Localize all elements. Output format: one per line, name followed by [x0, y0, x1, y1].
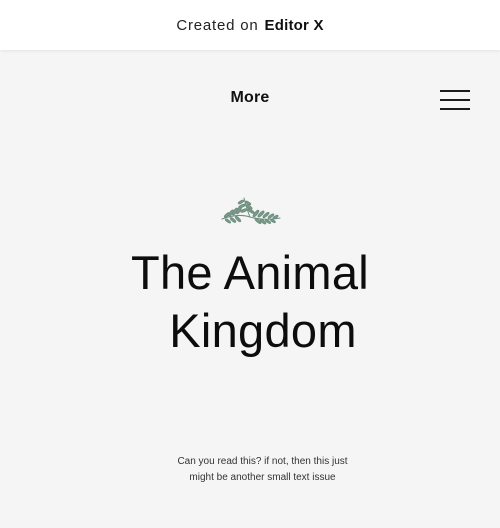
hero-caption-line-2: might be another small text issue [189, 472, 336, 483]
site-header: More [0, 50, 500, 150]
hero-caption-line-1: Can you read this? if not, then this jus… [177, 456, 348, 467]
editor-x-logo[interactable]: Editor X [265, 17, 324, 34]
hamburger-line [440, 108, 470, 110]
promo-banner[interactable]: Created on Editor X [0, 0, 500, 50]
hamburger-line [440, 99, 470, 101]
hero-title-line-1: The Animal [130, 246, 370, 299]
hamburger-menu-icon[interactable] [440, 90, 470, 110]
hero-title: The Animal Kingdom [0, 244, 500, 360]
nav-more-link[interactable]: More [0, 89, 500, 107]
hero-caption: Can you read this? if not, then this jus… [100, 454, 425, 486]
fern-leaf-icon [221, 197, 281, 225]
hero-title-line-2: Kingdom [169, 304, 357, 357]
promo-text: Created on [176, 16, 259, 34]
hamburger-line [440, 90, 470, 92]
